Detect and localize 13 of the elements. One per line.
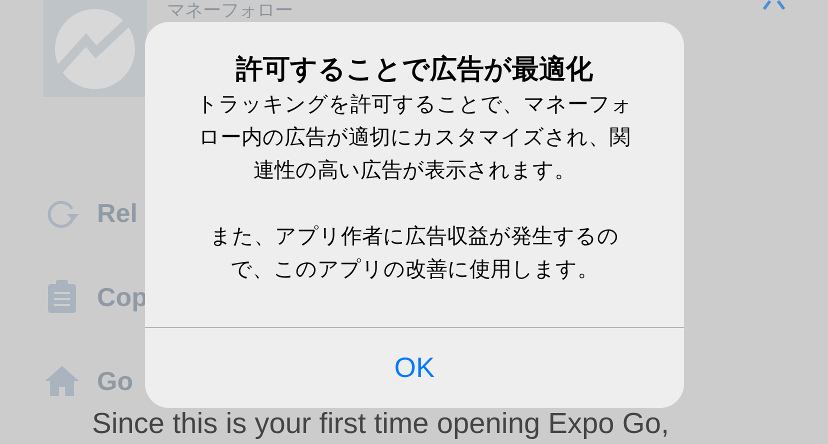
close-icon[interactable] (762, 0, 786, 10)
dialog-message: また、アプリ作者に広告収益が発生するので、このアプリの改善に使用します。 (209, 224, 620, 283)
chart-logo-icon (54, 8, 136, 90)
intro-text: Since this is your first time opening Expo Go, (92, 407, 670, 441)
app-title: マネーフォロー (167, 0, 294, 20)
clipboard-icon (47, 280, 77, 314)
dialog-message: トラッキングを許可することで、マネーフォロー内の広告が適切にカスタマイズされ、関連性の高い広告が表示されます。 (196, 92, 634, 184)
dialog-title: 許可することで広告が最適化 (236, 53, 593, 86)
menu-item[interactable]: Rel (97, 194, 138, 232)
home-icon (45, 366, 79, 396)
ok-button[interactable]: OK (145, 328, 684, 408)
menu-item[interactable]: Cop (97, 278, 148, 316)
menu-item[interactable]: Go (97, 362, 134, 400)
